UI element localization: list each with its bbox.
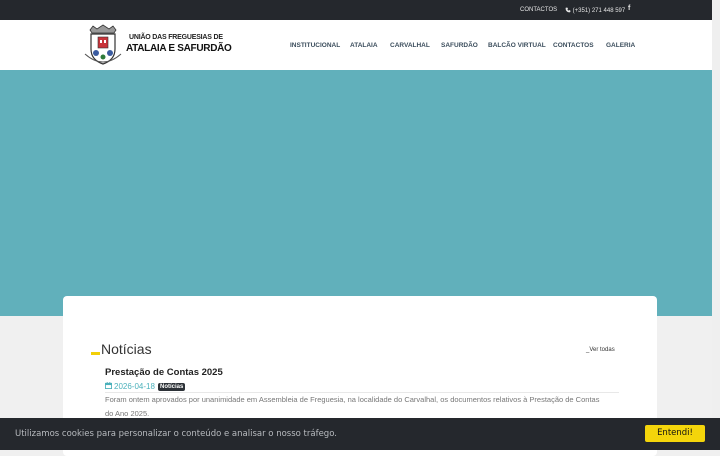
topbar-contacts-link[interactable]: CONTACTOS [520,7,557,13]
nav-balcao-virtual[interactable]: BALCÃO VIRTUAL [488,42,546,49]
news-section-title: Notícias [101,341,152,357]
coat-of-arms-icon [84,24,122,65]
nav-institucional[interactable]: INSTITUCIONAL [290,42,340,49]
view-all-news-link[interactable]: _Ver todas [586,347,615,353]
hero-banner [0,70,712,316]
facebook-icon[interactable]: f [628,5,630,12]
news-item-title[interactable]: Prestação de Contas 2025 [105,367,223,378]
news-item-summary: Foram ontem aprovados por unanimidade em… [105,395,600,418]
news-category-badge: Notícias [158,383,186,391]
phone-icon [565,7,571,13]
section-title-accent [91,352,100,355]
calendar-icon [105,382,112,389]
nav-carvalhal[interactable]: CARVALHAL [390,42,430,49]
top-bar: CONTACTOS (+351) 271 448 597 f [0,0,712,20]
page-scrollbar[interactable] [712,0,720,450]
news-item-date: 2026-04-18 [114,382,155,391]
nav-safurdao[interactable]: SAFURDÃO [441,42,478,49]
cookie-accept-button[interactable]: Entendi! [645,425,705,442]
site-logo[interactable]: UNIÃO DAS FREGUESIAS DE ATALAIA E SAFURD… [82,24,232,67]
nav-atalaia[interactable]: ATALAIA [350,42,378,49]
topbar-phone[interactable]: (+351) 271 448 597 [565,7,625,14]
phone-number: (+351) 271 448 597 [572,8,626,14]
logo-line-2: ATALAIA E SAFURDÃO [126,43,232,54]
logo-line-1: UNIÃO DAS FREGUESIAS DE [129,34,223,41]
cookie-message: Utilizamos cookies para personalizar o c… [15,429,337,439]
nav-galeria[interactable]: GALERIA [606,42,635,49]
nav-contactos[interactable]: CONTACTOS [553,42,594,49]
